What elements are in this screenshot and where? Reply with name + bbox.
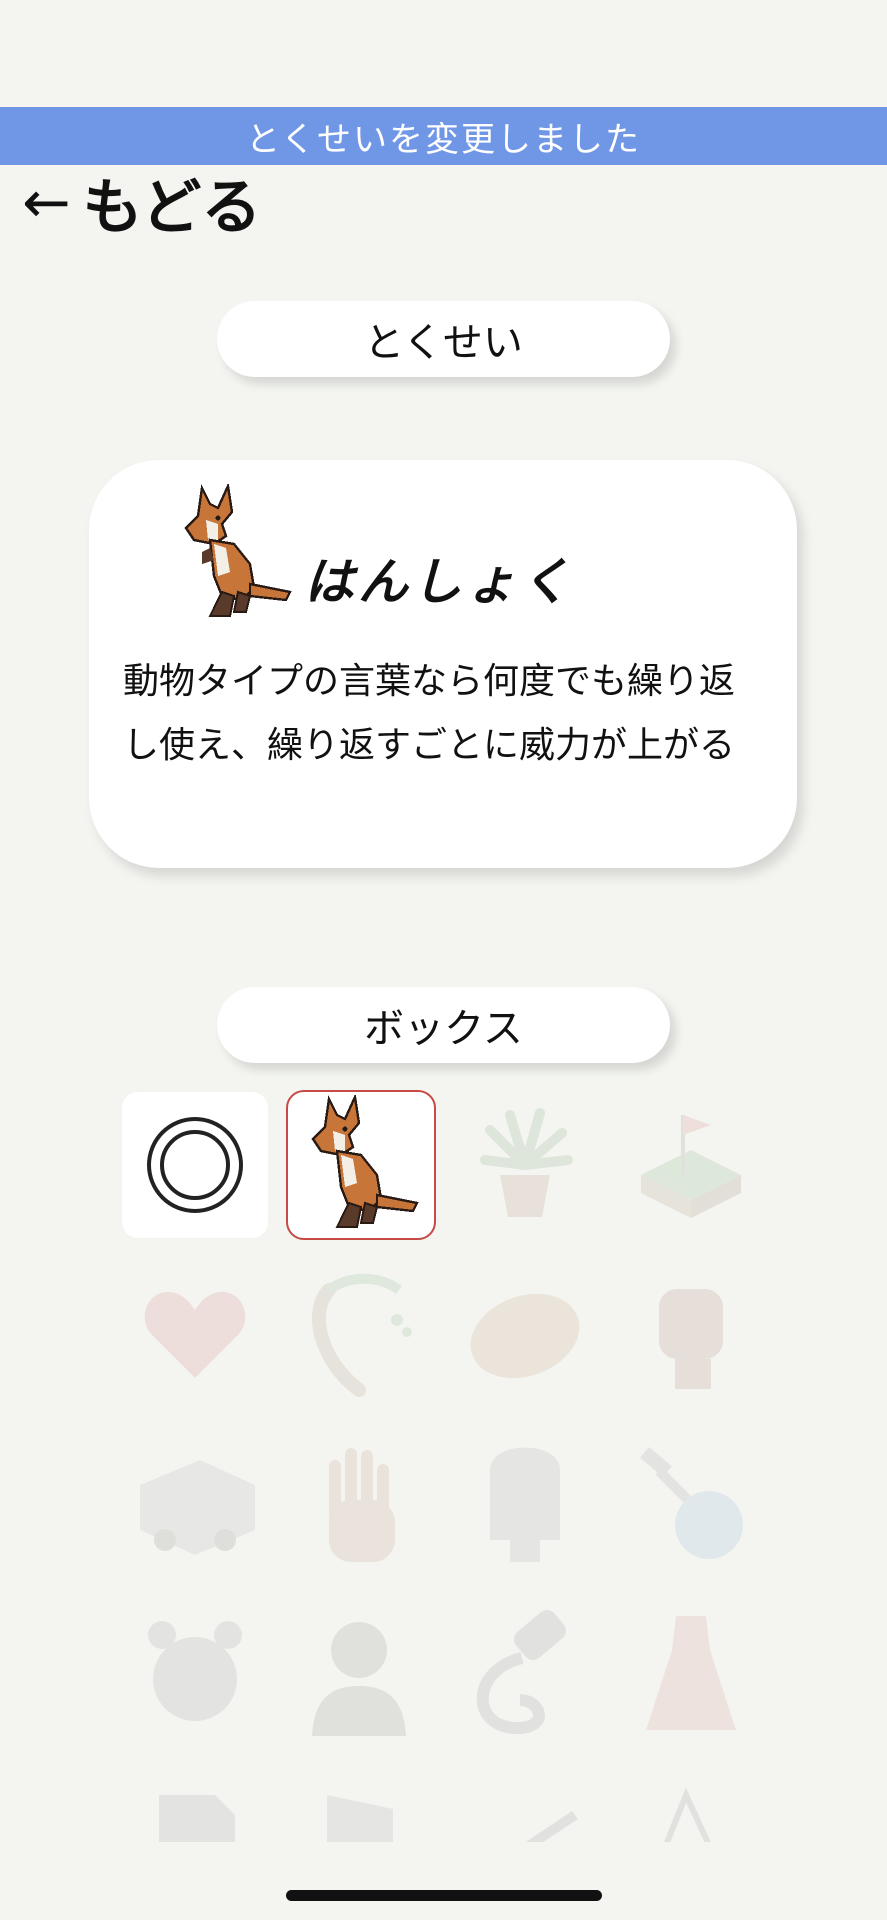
scythe-icon	[312, 1273, 412, 1397]
box-item-locked[interactable]	[452, 1602, 598, 1748]
box-item-locked[interactable]	[618, 1602, 764, 1748]
box-section-title: ボックス	[217, 987, 670, 1063]
potted-plant-icon	[480, 1108, 573, 1217]
box-item-locked[interactable]	[122, 1262, 268, 1408]
box-item-locked[interactable]	[122, 1432, 268, 1578]
box-item-kangaroo[interactable]	[286, 1090, 436, 1240]
box-item-locked[interactable]	[286, 1772, 432, 1842]
box-item-locked[interactable]	[286, 1262, 432, 1408]
box-item-locked[interactable]	[122, 1602, 268, 1748]
ability-section-title: とくせい	[217, 301, 670, 377]
status-toast: とくせいを変更しました	[0, 107, 887, 165]
box-section-title-text: ボックス	[364, 1006, 523, 1052]
ability-description: 動物タイプの言葉なら何度でも繰り返し使え、繰り返すごとに威力が上がる	[123, 661, 736, 766]
box-grid	[118, 1090, 778, 1842]
bread-icon	[470, 1293, 580, 1379]
ambulance-icon	[140, 1460, 255, 1555]
box-item-locked[interactable]	[618, 1432, 764, 1578]
box-item-locked[interactable]	[286, 1602, 432, 1748]
back-arrow-icon: ←	[22, 168, 71, 236]
home-indicator[interactable]	[286, 1890, 602, 1901]
chart-document-icon	[159, 1795, 235, 1842]
box-item-locked[interactable]	[452, 1092, 598, 1238]
flag-document-icon	[327, 1795, 393, 1842]
open-hand-icon	[329, 1448, 395, 1562]
box-item-locked[interactable]	[286, 1432, 432, 1578]
box-item-locked[interactable]	[618, 1092, 764, 1238]
box-item-locked[interactable]	[122, 1772, 268, 1842]
ability-card: はんしょく 動物タイプの言葉なら何度でも繰り返し使え、繰り返すごとに威力が上がる	[89, 460, 797, 868]
alarm-clock-icon	[148, 1621, 242, 1721]
ability-section-title-text: とくせい	[364, 320, 523, 366]
ghost-icon	[490, 1447, 560, 1562]
box-item-locked[interactable]	[452, 1432, 598, 1578]
kangaroo-icon	[311, 1095, 419, 1228]
triangle-icon	[663, 1787, 711, 1842]
flask-icon	[640, 1446, 743, 1559]
back-label: もどる	[82, 172, 262, 243]
box-item-locked[interactable]	[618, 1262, 764, 1408]
man-portrait-icon	[312, 1622, 406, 1736]
box-item-locked[interactable]	[452, 1262, 598, 1408]
ability-name: はんしょく	[304, 553, 574, 611]
toast-text: とくせいを変更しました	[246, 119, 641, 160]
golf-green-icon	[641, 1115, 741, 1218]
box-item-ring[interactable]	[122, 1092, 268, 1238]
fist-icon	[659, 1289, 723, 1389]
pen-icon	[525, 1810, 578, 1842]
box-item-locked[interactable]	[618, 1772, 764, 1842]
kangaroo-icon	[184, 484, 292, 617]
back-button[interactable]: ← もどる	[22, 166, 261, 243]
heart-icon	[144, 1291, 246, 1378]
ring-icon	[147, 1117, 243, 1213]
box-item-locked[interactable]	[452, 1772, 598, 1842]
hair-dryer-icon	[476, 1610, 566, 1735]
dress-icon	[646, 1616, 736, 1730]
